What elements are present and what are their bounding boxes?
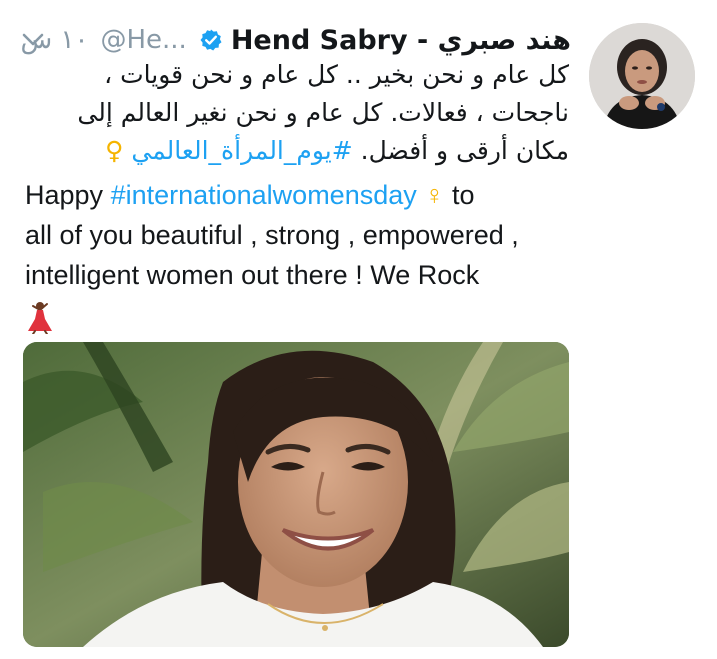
female-sign-icon: ♀ (424, 180, 445, 210)
user-handle[interactable]: @He... (100, 25, 186, 55)
hashtag-international-womens-day[interactable]: #internationalwomensday (111, 180, 417, 210)
avatar[interactable] (589, 23, 695, 129)
female-sign-icon: ♀ (105, 136, 124, 165)
tweet-card[interactable]: ١٠ س @He... Hend Sabry - هند صبري كل عام… (0, 0, 717, 659)
tweet-text-en-line-3: intelligent women out there ! We Rock (25, 260, 480, 290)
tweet-text-en-line-4 (25, 295, 585, 335)
tweet-text-en-line-2: all of you beautiful , strong , empowere… (25, 220, 519, 250)
tweet-media-photo[interactable] (23, 342, 569, 647)
dancer-icon (25, 300, 55, 335)
tweet-text-en-line-1-pre: Happy (25, 180, 111, 210)
tweet-text-english: Happy #internationalwomensday ♀ to all o… (25, 175, 585, 335)
verified-badge-icon (199, 28, 223, 52)
tweet-header: ١٠ س @He... Hend Sabry - هند صبري (21, 20, 571, 60)
tweet-text-ar-line-1: كل عام و نحن بخير .. كل عام و نحن قويات … (104, 60, 569, 89)
tweet-text-ar-line-3: مكان أرقى و أفضل. #يوم_المرأة_العالمي ♀ (9, 132, 569, 170)
hashtag-arabic[interactable]: #يوم_المرأة_العالمي (131, 136, 352, 165)
tweet-text-en-line-1: Happy #internationalwomensday ♀ to (25, 175, 585, 215)
tweet-text-ar-line-2: ناجحات ، فعالات. كل عام و نحن نغير العال… (77, 98, 569, 127)
tweet-text-en-line-1-post: to (444, 180, 475, 210)
timestamp[interactable]: ١٠ س (21, 25, 89, 55)
tweet-text-arabic: كل عام و نحن بخير .. كل عام و نحن قويات … (9, 56, 569, 170)
tweet-text-ar-line-3-text: مكان أرقى و أفضل. (360, 136, 569, 165)
display-name[interactable]: Hend Sabry - هند صبري (231, 25, 571, 56)
